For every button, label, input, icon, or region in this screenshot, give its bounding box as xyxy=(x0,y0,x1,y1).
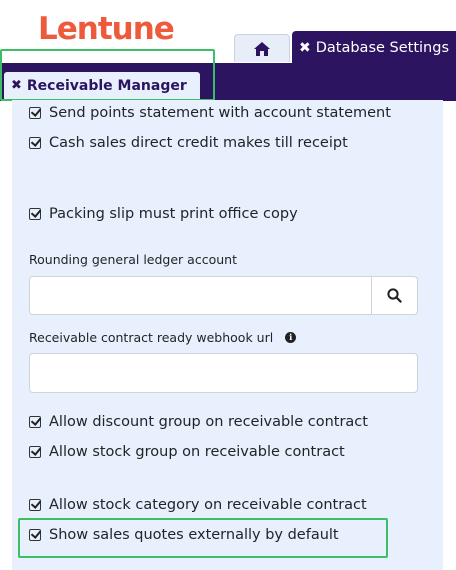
checkbox-checked[interactable] xyxy=(29,107,41,119)
webhook-url-input[interactable] xyxy=(29,353,418,393)
checkbox-label: Allow stock category on receivable contr… xyxy=(49,497,367,513)
checkbox-label: Packing slip must print office copy xyxy=(49,206,298,222)
checkbox-checked[interactable] xyxy=(29,208,41,220)
webhook-url-label-text: Receivable contract ready webhook url xyxy=(29,330,274,345)
allow-discount-checkbox-row[interactable]: Allow discount group on receivable contr… xyxy=(29,414,368,430)
highlight-box-tab xyxy=(0,49,215,101)
checkbox-checked[interactable] xyxy=(29,416,41,428)
packing-slip-checkbox-row[interactable]: Packing slip must print office copy xyxy=(29,206,298,222)
lentune-logo: Lentune xyxy=(38,11,175,47)
checkbox-label: Allow discount group on receivable contr… xyxy=(49,414,368,430)
home-icon xyxy=(254,41,270,56)
info-icon[interactable]: i xyxy=(285,332,297,343)
webhook-url-label: Receivable contract ready webhook url i xyxy=(29,330,297,345)
allow-stock-category-checkbox-row[interactable]: Allow stock category on receivable contr… xyxy=(29,497,367,513)
checkbox-label: Send points statement with account state… xyxy=(49,105,391,121)
allow-stock-group-checkbox-row[interactable]: Allow stock group on receivable contract xyxy=(29,444,345,460)
checkbox-label: Cash sales direct credit makes till rece… xyxy=(49,135,348,151)
close-icon[interactable]: ✖ xyxy=(299,40,311,56)
checkbox-checked[interactable] xyxy=(29,499,41,511)
search-icon xyxy=(387,288,402,303)
send-points-checkbox-row[interactable]: Send points statement with account state… xyxy=(29,105,391,121)
search-button[interactable] xyxy=(371,276,418,315)
rounding-gl-label: Rounding general ledger account xyxy=(29,252,237,267)
rounding-gl-input[interactable] xyxy=(29,276,372,315)
cash-sales-checkbox-row[interactable]: Cash sales direct credit makes till rece… xyxy=(29,135,348,151)
checkbox-checked[interactable] xyxy=(29,137,41,149)
checkbox-checked[interactable] xyxy=(29,446,41,458)
checkbox-label: Allow stock group on receivable contract xyxy=(49,444,345,460)
highlight-box-show-quotes xyxy=(18,518,388,558)
tab-database-settings[interactable]: ✖ Database Settings xyxy=(292,31,456,64)
tab-database-settings-label: Database Settings xyxy=(315,39,450,56)
home-tab[interactable] xyxy=(234,34,290,62)
